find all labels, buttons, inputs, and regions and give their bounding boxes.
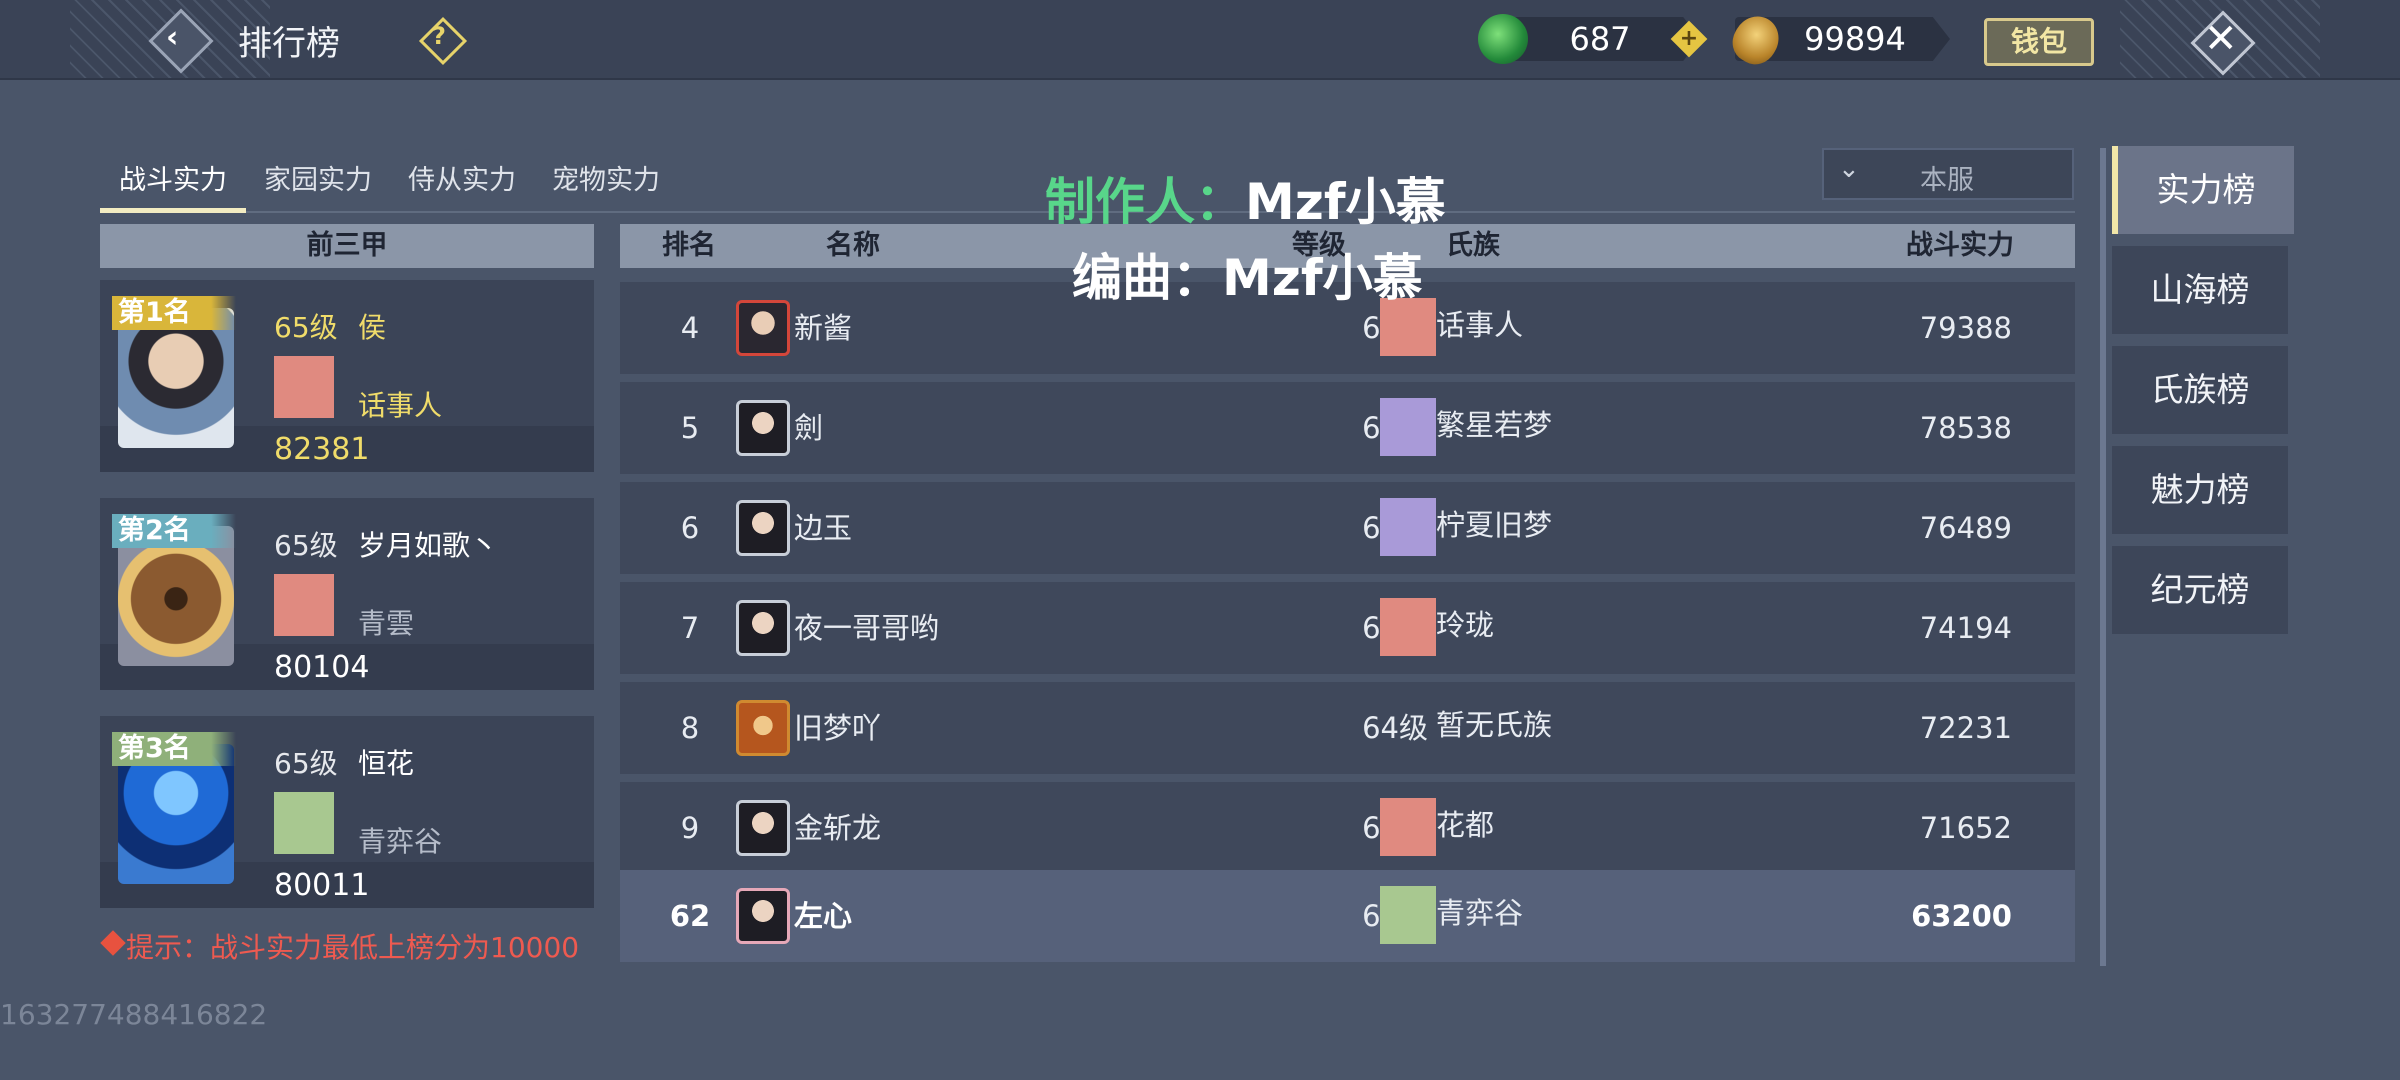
column-header-clan: 氏族 [1446, 230, 1500, 261]
side-tab-power-ranking[interactable]: 实力榜 [2112, 146, 2294, 234]
clan-emblem-icon [1380, 886, 1436, 944]
credit-producer: 制作人：Mzf小慕 [1045, 173, 1446, 231]
row-power: 63200 [1911, 899, 2012, 933]
tab-servant-power[interactable]: 侍从实力 [402, 158, 522, 210]
player-level: 65级 [274, 311, 338, 344]
jade-amount: 687 [1569, 20, 1631, 58]
table-row[interactable]: 6 边玉 65级 柠夏旧梦 76489 [620, 482, 2075, 574]
back-button[interactable]: ‹ [148, 8, 214, 74]
player-avatar [736, 400, 790, 456]
server-select-value: 本服 [1920, 165, 1974, 196]
help-button[interactable]: ? [418, 16, 468, 66]
gold-amount: 99894 [1804, 20, 1906, 58]
top-rank-card[interactable]: 第1名 65级 侯 话事人 82381 [100, 280, 594, 472]
tip-text: 提示：战斗实力最低上榜分为10000 [126, 931, 580, 964]
clan-emblem-icon [1380, 798, 1436, 856]
rank-ribbon: 第1名 [112, 296, 236, 330]
rank-ribbon: 第3名 [112, 732, 236, 766]
table-row[interactable]: 8 旧梦吖 64级 暂无氏族 72231 [620, 682, 2075, 774]
player-name: 恒花 [358, 747, 415, 780]
row-clan: 柠夏旧梦 [1436, 508, 1553, 542]
player-avatar [736, 800, 790, 856]
rank-ribbon: 第2名 [112, 514, 236, 548]
column-header-name: 名称 [826, 230, 880, 261]
player-avatar [736, 888, 790, 944]
top-three-header: 前三甲 [100, 224, 594, 268]
add-currency-button[interactable]: + [1670, 20, 1708, 58]
row-name: 夜一哥哥哟 [794, 611, 940, 645]
player-power: 80104 [274, 650, 370, 685]
tab-home-power[interactable]: 家园实力 [258, 158, 378, 210]
row-power: 79388 [1919, 311, 2012, 345]
close-button[interactable]: ✕ [2190, 10, 2256, 76]
row-power: 74194 [1919, 611, 2012, 645]
row-clan: 青弈谷 [1436, 896, 1524, 930]
clan-emblem-icon [1380, 498, 1436, 556]
player-avatar [736, 600, 790, 656]
clan-emblem-icon [274, 574, 334, 636]
tab-pet-power[interactable]: 宠物实力 [546, 158, 666, 210]
side-tab-era-ranking[interactable]: 纪元榜 [2112, 546, 2288, 634]
credit-composer: 编曲：Mzf小慕 [1072, 249, 1423, 307]
row-power: 76489 [1919, 511, 2012, 545]
row-clan: 玲珑 [1436, 608, 1495, 642]
tab-battle-power[interactable]: 战斗实力 [100, 158, 246, 210]
player-uid: 163277488416822 [0, 998, 268, 1031]
table-row[interactable]: 7 夜一哥哥哟 65级 玲珑 74194 [620, 582, 2075, 674]
page-title: 排行榜 [238, 24, 340, 64]
row-power: 78538 [1919, 411, 2012, 445]
player-name: 侯 [358, 311, 387, 344]
player-level: 65级 [274, 529, 338, 562]
player-power: 80011 [274, 868, 370, 903]
jade-currency-icon [1478, 14, 1528, 64]
chevron-down-icon: ⌄ [1838, 154, 1860, 184]
server-select[interactable]: ⌄ 本服 [1822, 148, 2074, 200]
row-name: 金斩龙 [794, 811, 882, 845]
player-avatar [736, 500, 790, 556]
top-rank-card[interactable]: 第2名 65级 岁月如歌丶 青雲 80104 [100, 498, 594, 690]
side-tab-shanhai-ranking[interactable]: 山海榜 [2112, 246, 2288, 334]
player-clan: 青弈谷 [358, 825, 443, 858]
ranking-scrollbar[interactable] [2100, 148, 2106, 966]
player-avatar [736, 300, 790, 356]
row-power: 72231 [1919, 711, 2012, 745]
row-name: 新酱 [794, 311, 853, 345]
player-clan: 话事人 [358, 389, 443, 422]
clan-emblem-icon [1380, 398, 1436, 456]
back-arrow-icon [148, 8, 214, 74]
table-row[interactable]: 5 劍 65级 繁星若梦 78538 [620, 382, 2075, 474]
player-power: 82381 [274, 432, 370, 467]
row-power: 71652 [1919, 811, 2012, 845]
clan-emblem-icon [1380, 598, 1436, 656]
plus-icon: + [1679, 26, 1699, 51]
side-tab-clan-ranking[interactable]: 氏族榜 [2112, 346, 2288, 434]
row-clan: 花都 [1436, 808, 1495, 842]
column-header-power: 战斗实力 [1906, 230, 2014, 261]
active-tab-underline [100, 208, 246, 213]
row-level: 64级 [1362, 711, 1428, 745]
row-name: 左心 [794, 899, 853, 933]
table-row[interactable]: 9 金斩龙 65级 花都 71652 [620, 782, 2075, 874]
player-name: 岁月如歌丶 [358, 529, 499, 562]
player-avatar [736, 700, 790, 756]
row-clan: 话事人 [1436, 308, 1524, 342]
top-rank-card[interactable]: 第3名 65级 恒花 青弈谷 80011 [100, 716, 594, 908]
side-tab-charm-ranking[interactable]: 魅力榜 [2112, 446, 2288, 534]
row-name: 旧梦吖 [794, 711, 882, 745]
clan-emblem-icon [274, 792, 334, 854]
row-name: 劍 [794, 411, 824, 445]
clan-emblem-icon [274, 356, 334, 418]
player-clan: 青雲 [358, 607, 415, 640]
column-header-rank: 排名 [662, 230, 716, 261]
row-clan: 暂无氏族 [1436, 708, 1553, 742]
row-name: 边玉 [794, 511, 853, 545]
self-rank-row[interactable]: 62 左心 65级 青弈谷 63200 [620, 870, 2075, 962]
player-level: 65级 [274, 747, 338, 780]
row-clan: 繁星若梦 [1436, 408, 1553, 442]
wallet-button[interactable]: 钱包 [1984, 18, 2094, 66]
